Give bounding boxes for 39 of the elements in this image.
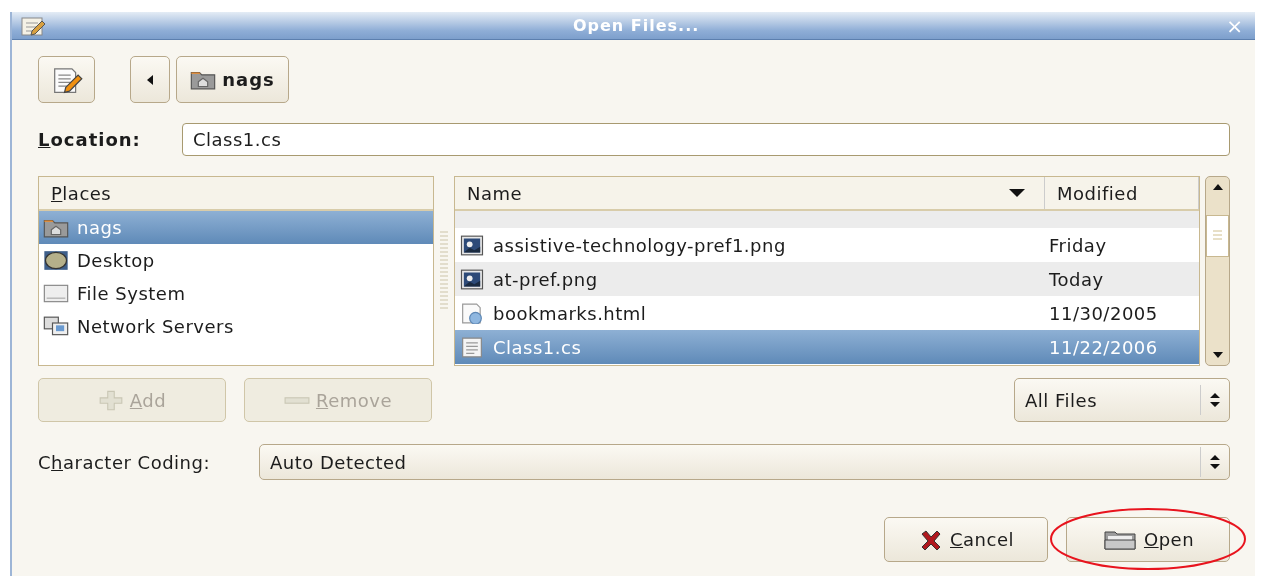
cancel-button[interactable]: Cancel (884, 517, 1048, 562)
place-item[interactable]: Desktop (39, 244, 433, 277)
column-header[interactable]: Modified (1045, 177, 1199, 209)
encoding-dropdown[interactable]: Auto Detected (259, 444, 1230, 480)
home-folder-icon (43, 217, 69, 238)
path-button[interactable]: nags (176, 56, 289, 103)
plus-icon (97, 389, 124, 411)
file-filter-dropdown[interactable]: All Files (1014, 378, 1230, 422)
left-arrow-icon (146, 73, 154, 86)
desktop-icon (43, 250, 69, 271)
image-file-icon (459, 234, 485, 256)
location-field[interactable]: Class1.cs (182, 123, 1230, 156)
scrollbar-thumb[interactable] (1206, 215, 1229, 257)
window-title: Open Files... (571, 16, 701, 35)
minus-icon (283, 396, 310, 404)
back-button[interactable] (130, 56, 170, 103)
text-file-icon (459, 336, 485, 358)
web-page-icon (459, 302, 485, 324)
open-button[interactable]: Open (1066, 517, 1230, 562)
scrollbar[interactable] (1205, 176, 1230, 366)
file-row[interactable]: bookmarks.html 11/30/2005 (455, 296, 1199, 330)
up-down-arrows-icon (1209, 453, 1221, 471)
edit-location-button[interactable] (38, 56, 95, 103)
place-item[interactable]: File System (39, 277, 433, 310)
file-row[interactable]: assistive-technology-pref1.png Friday (455, 228, 1199, 262)
drive-icon (43, 283, 69, 304)
network-computers-icon (43, 316, 69, 337)
places-header[interactable]: Places (39, 177, 112, 209)
up-down-arrows-icon (1209, 391, 1221, 409)
column-header[interactable]: Name (455, 177, 1045, 209)
encoding-label: Character Coding: (38, 451, 212, 473)
file-row[interactable]: at-pref.png Today (455, 262, 1199, 296)
folder-icon (1101, 528, 1138, 551)
pane-grip-icon[interactable] (440, 231, 448, 311)
home-folder-icon (190, 69, 217, 90)
location-label: Location: (38, 129, 142, 150)
notepad-pencil-icon (20, 14, 46, 37)
image-file-icon (459, 268, 485, 290)
place-item[interactable]: Network Servers (39, 310, 433, 343)
